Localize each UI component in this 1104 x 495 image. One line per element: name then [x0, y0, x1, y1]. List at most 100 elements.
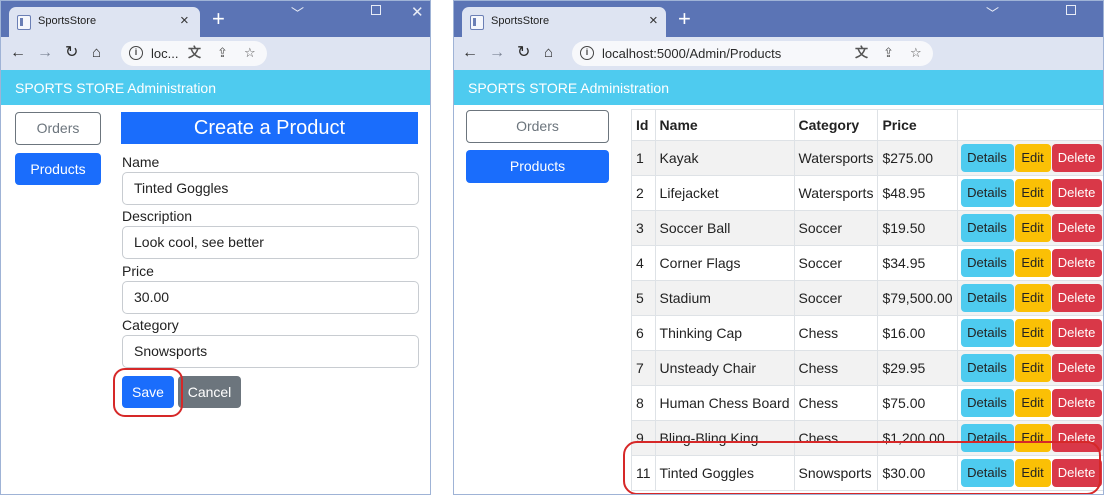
cell-name: Corner Flags: [654, 245, 795, 281]
tab-strip: SportsStore × + ﹀: [454, 1, 1103, 37]
back-arrow-icon[interactable]: ←: [10, 43, 26, 63]
cell-category: Watersports: [793, 140, 879, 176]
cell-id: 7: [631, 350, 656, 386]
orders-nav-button[interactable]: Orders: [466, 110, 609, 143]
info-icon[interactable]: i: [129, 46, 143, 60]
cell-name: Human Chess Board: [654, 385, 795, 421]
plus-icon[interactable]: +: [212, 8, 225, 30]
price-input[interactable]: 30.00: [122, 281, 419, 314]
table-row: 6 Thinking Cap Chess $16.00 Details Edit Delet…: [631, 315, 1103, 351]
column-header-actions: [956, 109, 1103, 141]
details-button[interactable]: Details: [960, 284, 1014, 312]
delete-button[interactable]: Delete: [1051, 249, 1102, 277]
details-button[interactable]: Details: [960, 249, 1014, 277]
edit-button[interactable]: Edit: [1014, 179, 1051, 207]
page-icon: [470, 15, 484, 30]
cell-actions: Details Edit Delete: [956, 280, 1103, 316]
share-icon[interactable]: ⇪: [217, 45, 228, 61]
delete-button[interactable]: Delete: [1051, 179, 1102, 207]
browser-tab[interactable]: SportsStore ×: [9, 7, 200, 37]
details-button[interactable]: Details: [960, 144, 1014, 172]
products-nav-button[interactable]: Products: [466, 150, 609, 183]
reload-icon[interactable]: ↻: [65, 43, 78, 63]
cell-id: 1: [631, 140, 656, 176]
translate-icon[interactable]: 文: [855, 45, 868, 61]
form-title: Create a Product: [121, 112, 418, 144]
close-icon[interactable]: ×: [649, 13, 658, 28]
cell-price: $29.95: [877, 350, 958, 386]
cell-price: $19.50: [877, 210, 958, 246]
star-icon[interactable]: ☆: [244, 45, 256, 61]
products-nav-button[interactable]: Products: [15, 153, 101, 185]
details-button[interactable]: Details: [960, 389, 1014, 417]
maximize-icon[interactable]: [1066, 5, 1076, 15]
edit-button[interactable]: Edit: [1014, 214, 1051, 242]
cell-id: 4: [631, 245, 656, 281]
orders-nav-button[interactable]: Orders: [15, 112, 101, 145]
app-header: SPORTS STORE Administration: [1, 70, 430, 105]
name-input[interactable]: Tinted Goggles: [122, 172, 419, 205]
delete-button[interactable]: Delete: [1051, 354, 1102, 382]
details-button[interactable]: Details: [960, 354, 1014, 382]
table-row: 4 Corner Flags Soccer $34.95 Details Edit Dele…: [631, 245, 1103, 281]
url-text: loc...: [151, 46, 179, 61]
translate-icon[interactable]: 文: [188, 45, 201, 61]
maximize-icon[interactable]: [371, 5, 381, 15]
delete-button[interactable]: Delete: [1051, 319, 1102, 347]
home-icon[interactable]: ⌂: [92, 43, 101, 63]
address-bar[interactable]: i loc... 文 ⇪ ☆: [121, 41, 267, 66]
description-input[interactable]: Look cool, see better: [122, 226, 419, 259]
cell-name: Thinking Cap: [654, 315, 795, 351]
app-title: SPORTS STORE Administration: [15, 80, 216, 96]
category-input[interactable]: Snowsports: [122, 335, 419, 368]
delete-button[interactable]: Delete: [1051, 389, 1102, 417]
close-icon[interactable]: ×: [180, 13, 189, 28]
cell-actions: Details Edit Delete: [956, 315, 1103, 351]
cell-name: Soccer Ball: [654, 210, 795, 246]
delete-button[interactable]: Delete: [1051, 284, 1102, 312]
edit-button[interactable]: Edit: [1014, 249, 1051, 277]
table-row: 8 Human Chess Board Chess $75.00 Details Edit…: [631, 385, 1103, 421]
minimize-icon[interactable]: ﹀: [986, 3, 999, 22]
table-row: 5 Stadium Soccer $79,500.00 Details Edit Delet…: [631, 280, 1103, 316]
table-header-row: Id Name Category Price: [631, 109, 1103, 141]
browser-tab[interactable]: SportsStore ×: [462, 7, 666, 37]
cancel-button[interactable]: Cancel: [178, 376, 241, 408]
table-row: 7 Unsteady Chair Chess $29.95 Details Edit Del…: [631, 350, 1103, 386]
column-header-category: Category: [793, 109, 879, 141]
edit-button[interactable]: Edit: [1014, 354, 1051, 382]
table-row: 1 Kayak Watersports $275.00 Details Edit Delet…: [631, 140, 1103, 176]
plus-icon[interactable]: +: [678, 8, 691, 30]
home-icon[interactable]: ⌂: [544, 43, 553, 63]
minimize-icon[interactable]: ﹀: [291, 3, 304, 22]
details-button[interactable]: Details: [960, 319, 1014, 347]
tab-strip: SportsStore × + ﹀ ✕: [1, 1, 430, 37]
forward-arrow-icon[interactable]: →: [37, 43, 53, 63]
reload-icon[interactable]: ↻: [517, 43, 530, 63]
cell-category: Soccer: [793, 245, 879, 281]
edit-button[interactable]: Edit: [1014, 389, 1051, 417]
close-window-icon[interactable]: ✕: [411, 3, 424, 21]
info-icon[interactable]: i: [580, 46, 594, 60]
left-browser-window: SportsStore × + ﹀ ✕ ← → ↻ ⌂ i loc... 文 ⇪…: [0, 0, 431, 495]
forward-arrow-icon[interactable]: →: [489, 43, 505, 63]
back-arrow-icon[interactable]: ←: [462, 43, 478, 63]
cell-actions: Details Edit Delete: [956, 210, 1103, 246]
details-button[interactable]: Details: [960, 214, 1014, 242]
delete-button[interactable]: Delete: [1051, 144, 1102, 172]
details-button[interactable]: Details: [960, 179, 1014, 207]
edit-button[interactable]: Edit: [1014, 284, 1051, 312]
app-title: SPORTS STORE Administration: [468, 80, 669, 96]
cell-name: Lifejacket: [654, 175, 795, 211]
edit-button[interactable]: Edit: [1014, 144, 1051, 172]
address-bar[interactable]: i localhost:5000/Admin/Products 文 ⇪ ☆: [572, 41, 933, 66]
star-icon[interactable]: ☆: [910, 45, 922, 61]
share-icon[interactable]: ⇪: [883, 45, 894, 61]
edit-button[interactable]: Edit: [1014, 319, 1051, 347]
page-icon: [17, 15, 31, 30]
cell-id: 6: [631, 315, 656, 351]
right-browser-window: SportsStore × + ﹀ ← → ↻ ⌂ i localhost:50…: [453, 0, 1104, 495]
delete-button[interactable]: Delete: [1051, 214, 1102, 242]
save-highlight-annotation: [113, 368, 183, 417]
cell-category: Soccer: [793, 210, 879, 246]
